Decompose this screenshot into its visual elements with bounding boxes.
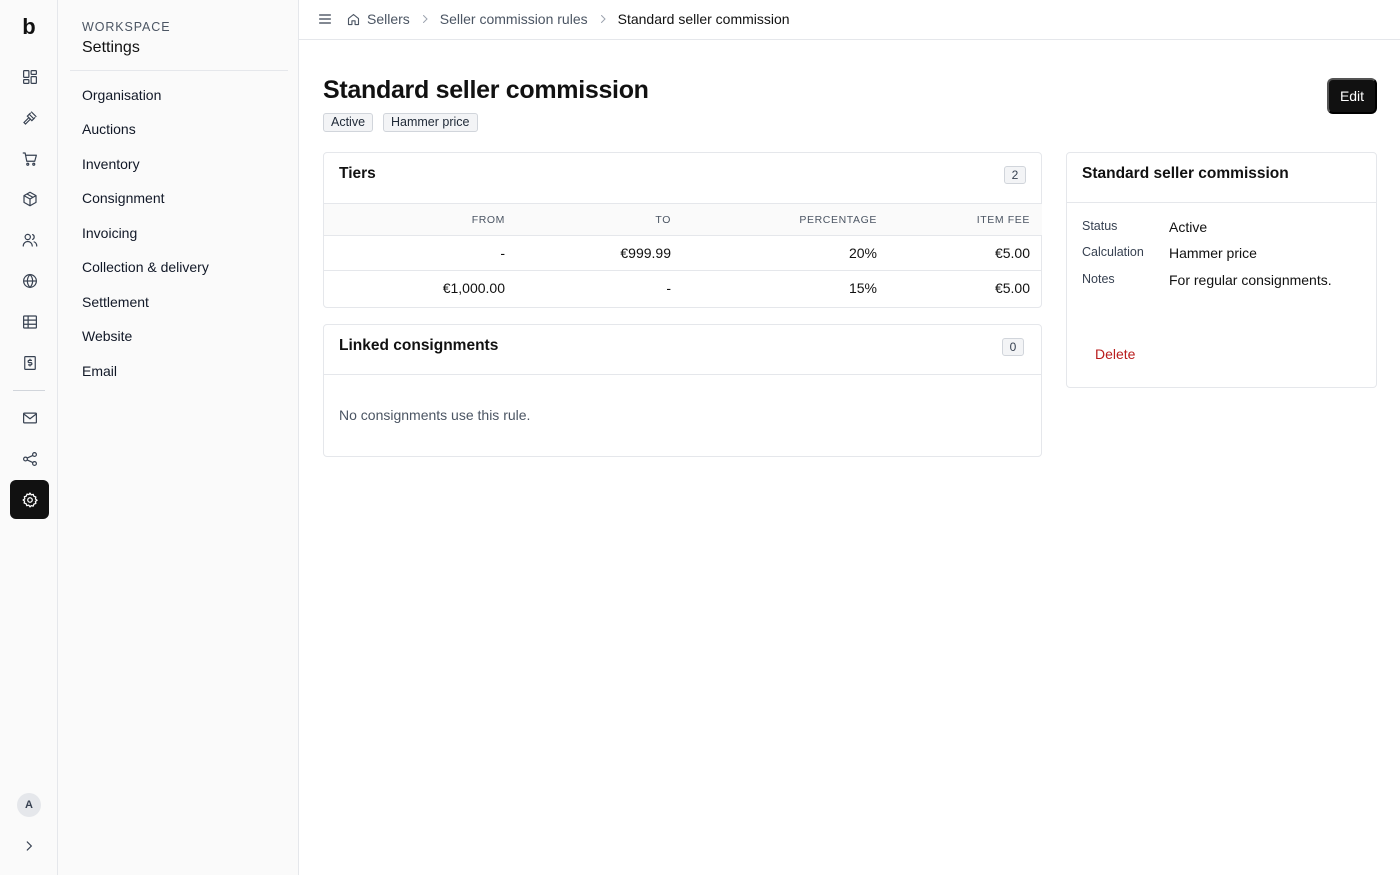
table-row: €1,000.00 - 15% €5.00 (324, 271, 1042, 306)
sidebar-item-settlement[interactable]: Settlement (82, 294, 149, 310)
delete-button[interactable]: Delete (1095, 346, 1135, 362)
sidebar-item-invoicing[interactable]: Invoicing (82, 225, 137, 241)
sidebar-item-consignment[interactable]: Consignment (82, 190, 165, 206)
empty-state-text: No consignments use this rule. (339, 407, 531, 423)
expand-sidebar-button[interactable] (19, 836, 39, 856)
sidebar-item-website[interactable]: Website (82, 328, 132, 344)
tiers-count-badge: 2 (1004, 166, 1026, 184)
notes-label: Notes (1082, 272, 1115, 286)
chevron-right-icon (422, 15, 428, 23)
globe-icon (22, 273, 37, 288)
breadcrumb-current: Standard seller commission (617, 11, 790, 27)
table-row: - €999.99 20% €5.00 (324, 235, 1042, 271)
tier-from: - (324, 235, 517, 271)
tiers-table: FROM TO PERCENTAGE ITEM FEE - €999.99 20… (324, 203, 1042, 306)
website-nav-button[interactable] (10, 261, 49, 300)
tier-from: €1,000.00 (442, 280, 505, 297)
users-nav-button[interactable] (10, 220, 49, 259)
reports-nav-button[interactable] (10, 302, 49, 341)
sidebar-item-collection-delivery[interactable]: Collection & delivery (82, 259, 209, 275)
column-header-item-fee: ITEM FEE (889, 203, 1042, 236)
chevron-right-icon (600, 15, 606, 23)
settings-sidebar: WORKSPACE Settings Organisation Auctions… (58, 0, 299, 875)
tier-to: €999.99 (517, 235, 683, 271)
sidebar-title: Settings (82, 39, 140, 56)
auctions-nav-button[interactable] (10, 98, 49, 137)
top-bar: Sellers Seller commission rules Standard… (299, 0, 1400, 40)
menu-icon[interactable] (317, 11, 333, 27)
cart-icon (22, 151, 37, 166)
dashboard-nav-button[interactable] (10, 57, 49, 96)
app-logo[interactable]: b (0, 14, 58, 40)
column-header-to: TO (517, 203, 683, 236)
linked-consignments-card: Linked consignments 0 No consignments us… (323, 324, 1042, 457)
sidebar-item-email[interactable]: Email (82, 363, 117, 379)
tier-to: - (666, 280, 671, 297)
table-header-row: FROM TO PERCENTAGE ITEM FEE (324, 203, 1042, 236)
column-header-from: FROM (324, 203, 517, 236)
sidebar-eyebrow: WORKSPACE (82, 20, 171, 34)
invoice-icon (23, 355, 36, 370)
inventory-nav-button[interactable] (10, 179, 49, 218)
tier-percentage: 20% (683, 235, 889, 271)
icon-rail: b A (0, 0, 58, 875)
sidebar-divider (70, 70, 288, 71)
sidebar-item-inventory[interactable]: Inventory (82, 156, 140, 172)
calculation-label: Calculation (1082, 245, 1144, 259)
user-avatar[interactable]: A (17, 793, 41, 817)
users-icon (22, 233, 37, 247)
column-header-percentage: PERCENTAGE (683, 203, 889, 236)
status-label: Status (1082, 219, 1118, 233)
breadcrumb: Sellers Seller commission rules Standard… (346, 11, 790, 27)
notes-value: For regular consignments. (1169, 272, 1332, 288)
card-divider (1067, 202, 1376, 203)
details-title: Standard seller commission (1082, 165, 1289, 182)
table-icon (22, 314, 37, 329)
dashboard-icon (22, 69, 37, 84)
sidebar-item-organisation[interactable]: Organisation (82, 87, 161, 103)
rail-divider (13, 390, 45, 391)
card-divider (324, 374, 1041, 375)
tiers-title: Tiers (339, 165, 376, 182)
share-icon (22, 451, 37, 466)
edit-button[interactable]: Edit (1327, 78, 1377, 114)
gavel-icon (22, 110, 37, 125)
calculation-badge: Hammer price (383, 113, 478, 132)
integrations-nav-button[interactable] (10, 439, 49, 478)
package-icon (22, 191, 37, 206)
cart-nav-button[interactable] (10, 139, 49, 178)
settings-nav-button[interactable] (10, 480, 49, 519)
tier-item-fee: €5.00 (889, 235, 1042, 271)
calculation-value: Hammer price (1169, 245, 1257, 261)
sidebar-item-auctions[interactable]: Auctions (82, 121, 136, 137)
gear-icon (21, 491, 38, 508)
chevron-right-icon (26, 841, 33, 851)
linked-consignments-title: Linked consignments (339, 337, 499, 354)
breadcrumb-sellers[interactable]: Sellers (367, 11, 410, 27)
mail-nav-button[interactable] (10, 398, 49, 437)
invoices-nav-button[interactable] (10, 343, 49, 382)
page-title: Standard seller commission (323, 76, 649, 104)
breadcrumb-seller-commission-rules[interactable]: Seller commission rules (440, 11, 588, 27)
status-badge: Active (323, 113, 374, 132)
home-icon[interactable] (346, 12, 361, 27)
tier-percentage: 15% (848, 280, 877, 297)
linked-count-badge: 0 (1002, 338, 1024, 356)
mail-icon (22, 412, 37, 423)
details-card: Standard seller commission Status Active… (1066, 152, 1377, 388)
status-value: Active (1169, 219, 1208, 235)
tiers-card: Tiers 2 FROM TO PERCENTAGE ITEM FEE - €9… (323, 152, 1042, 308)
tier-item-fee: €5.00 (994, 280, 1030, 297)
